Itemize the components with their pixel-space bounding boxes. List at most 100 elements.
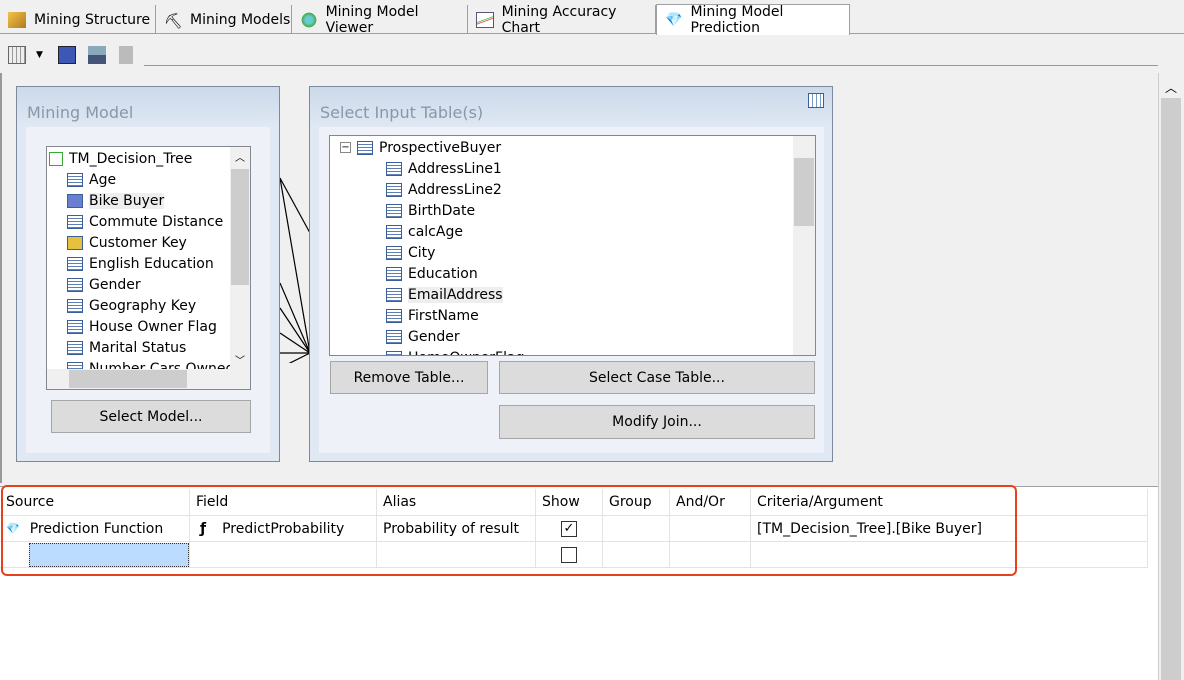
input-column-icon bbox=[67, 256, 83, 271]
input-column-icon bbox=[67, 319, 83, 334]
column-icon bbox=[386, 182, 402, 197]
cell-group[interactable] bbox=[603, 542, 670, 568]
column-header-source[interactable]: Source bbox=[0, 489, 190, 516]
show-checkbox[interactable] bbox=[561, 546, 577, 563]
prediction-function-icon: 💎 bbox=[6, 522, 20, 535]
input-column-icon bbox=[67, 172, 83, 187]
model-column-item[interactable]: Gender bbox=[67, 274, 141, 295]
panel-title: Mining Model bbox=[27, 103, 134, 122]
model-column-item[interactable]: Bike Buyer bbox=[67, 190, 165, 211]
input-column-item[interactable]: City bbox=[386, 242, 435, 263]
cell-alias[interactable]: Probability of result bbox=[377, 516, 536, 542]
input-column-icon bbox=[67, 277, 83, 292]
predict-column-icon bbox=[67, 193, 83, 208]
input-table-panel: Select Input Table(s) − ProspectiveBuyer … bbox=[309, 86, 833, 462]
mining-structure-icon bbox=[8, 11, 26, 28]
cell-and-or[interactable] bbox=[670, 542, 751, 568]
tab-mining-structure[interactable]: Mining Structure bbox=[0, 5, 156, 34]
result-icon[interactable] bbox=[119, 46, 133, 64]
mining-model-panel: Mining Model TM_Decision_Tree Age Bike Bu… bbox=[16, 86, 280, 462]
design-surface: Mining Model TM_Decision_Tree Age Bike Bu… bbox=[0, 73, 1158, 483]
input-column-item[interactable]: HomeOwnerFlag bbox=[386, 347, 524, 355]
input-column-item[interactable]: AddressLine1 bbox=[386, 158, 502, 179]
cell-source[interactable] bbox=[0, 542, 190, 568]
panel-title: Select Input Table(s) bbox=[320, 103, 484, 122]
model-column-item[interactable]: English Education bbox=[67, 253, 214, 274]
model-column-item[interactable]: Geography Key bbox=[67, 295, 196, 316]
horizontal-scrollbar[interactable] bbox=[47, 369, 250, 389]
select-model-button[interactable]: Select Model... bbox=[51, 400, 251, 433]
input-column-item[interactable]: BirthDate bbox=[386, 200, 475, 221]
pickaxe-icon: ⛏ bbox=[164, 11, 184, 30]
tab-mining-model-viewer[interactable]: Mining Model Viewer bbox=[292, 4, 468, 36]
table-grid-icon[interactable] bbox=[808, 93, 824, 108]
column-icon bbox=[386, 350, 402, 355]
viewer-icon bbox=[300, 11, 318, 28]
input-column-item[interactable]: AddressLine2 bbox=[386, 179, 502, 200]
column-header-alias[interactable]: Alias bbox=[377, 489, 536, 516]
vertical-scrollbar[interactable] bbox=[793, 136, 815, 355]
column-icon bbox=[386, 161, 402, 176]
remove-table-button[interactable]: Remove Table... bbox=[330, 361, 488, 394]
column-header-and-or[interactable]: And/Or bbox=[670, 489, 751, 516]
cell-show[interactable]: ✓ bbox=[536, 516, 603, 542]
cell-alias[interactable] bbox=[377, 542, 536, 568]
cell-group[interactable] bbox=[603, 516, 670, 542]
join-lines bbox=[280, 177, 311, 363]
show-checkbox[interactable]: ✓ bbox=[561, 520, 577, 537]
toolbar: ▼ bbox=[0, 40, 1184, 70]
chart-icon bbox=[476, 11, 494, 28]
input-column-item[interactable]: Gender bbox=[386, 326, 460, 347]
model-column-tree[interactable]: TM_Decision_Tree Age Bike Buyer Commute Di… bbox=[46, 146, 251, 390]
dropdown-arrow-icon[interactable]: ▼ bbox=[36, 46, 54, 64]
input-column-icon bbox=[67, 340, 83, 355]
input-column-icon bbox=[67, 298, 83, 313]
column-icon bbox=[386, 203, 402, 218]
tab-mining-accuracy-chart[interactable]: Mining Accuracy Chart bbox=[468, 4, 656, 36]
cell-source[interactable]: 💎 Prediction Function bbox=[0, 516, 190, 542]
designer-tabs: Mining Structure ⛏ Mining Models Mining M… bbox=[0, 0, 1184, 36]
input-column-item[interactable]: calcAge bbox=[386, 221, 463, 242]
input-column-item[interactable]: Education bbox=[386, 263, 478, 284]
input-column-tree[interactable]: − ProspectiveBuyer AddressLine1 AddressLin… bbox=[329, 135, 816, 356]
model-column-item[interactable]: Marital Status bbox=[67, 337, 186, 358]
column-header-group[interactable]: Group bbox=[603, 489, 670, 516]
model-column-item[interactable]: House Owner Flag bbox=[67, 316, 217, 337]
tree-root[interactable]: TM_Decision_Tree bbox=[49, 148, 192, 169]
column-icon bbox=[386, 224, 402, 239]
model-column-item[interactable]: Customer Key bbox=[67, 232, 187, 253]
table-icon bbox=[357, 140, 373, 155]
cell-criteria-argument[interactable] bbox=[751, 542, 1148, 568]
column-icon bbox=[386, 245, 402, 260]
vertical-scrollbar[interactable]: ︿ ﹀ bbox=[230, 147, 250, 369]
collapse-icon[interactable]: − bbox=[340, 142, 351, 153]
diamond-icon: 💎 bbox=[665, 12, 683, 28]
model-tree-icon bbox=[49, 151, 63, 166]
view-grid-icon[interactable] bbox=[8, 46, 26, 64]
cell-criteria-argument[interactable]: [TM_Decision_Tree].[Bike Buyer] bbox=[751, 516, 1148, 542]
modify-join-button[interactable]: Modify Join... bbox=[499, 405, 815, 439]
function-icon: ƒ bbox=[200, 520, 207, 537]
column-header-field[interactable]: Field bbox=[190, 489, 377, 516]
input-column-item[interactable]: EmailAddress bbox=[386, 284, 503, 305]
tree-root[interactable]: − ProspectiveBuyer bbox=[340, 137, 501, 158]
selected-cell[interactable] bbox=[29, 543, 189, 567]
scrollbar-thumb[interactable] bbox=[1161, 98, 1181, 680]
cell-and-or[interactable] bbox=[670, 516, 751, 542]
input-column-item[interactable]: FirstName bbox=[386, 305, 479, 326]
singleton-query-icon[interactable] bbox=[88, 46, 106, 64]
key-column-icon bbox=[67, 235, 83, 250]
cell-field[interactable]: ƒ PredictProbability bbox=[190, 516, 377, 542]
input-column-icon bbox=[67, 214, 83, 229]
cell-field[interactable] bbox=[190, 542, 377, 568]
column-header-criteria-argument[interactable]: Criteria/Argument bbox=[751, 489, 1148, 516]
prediction-grid: Source Field Alias Show Group And/Or Criteria/… bbox=[0, 486, 1158, 680]
tab-mining-model-prediction[interactable]: 💎 Mining Model Prediction bbox=[656, 4, 850, 36]
tab-mining-models[interactable]: ⛏ Mining Models bbox=[156, 5, 292, 34]
model-column-item[interactable]: Commute Distance bbox=[67, 211, 223, 232]
column-header-show[interactable]: Show bbox=[536, 489, 603, 516]
model-column-item[interactable]: Age bbox=[67, 169, 116, 190]
cell-show[interactable] bbox=[536, 542, 603, 568]
select-case-table-button[interactable]: Select Case Table... bbox=[499, 361, 815, 394]
save-icon[interactable] bbox=[58, 46, 76, 64]
